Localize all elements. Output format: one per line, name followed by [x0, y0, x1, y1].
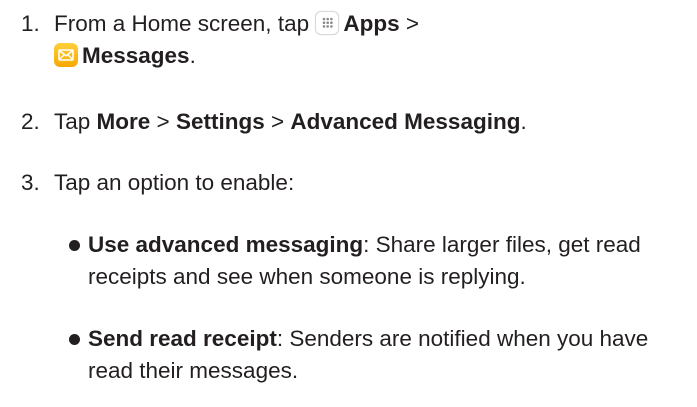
step-text: Tap: [54, 109, 97, 134]
separator: >: [399, 11, 419, 36]
option-title: Send read receipt: [88, 326, 277, 351]
option-text: Use advanced messaging: Share larger fil…: [88, 229, 687, 293]
messages-label: Messages: [82, 43, 190, 68]
step-1-text: From a Home screen, tap Apps > Messages.: [54, 8, 687, 72]
step-number: 1.: [21, 11, 40, 36]
step-3: 3. Tap an option to enable:: [21, 167, 687, 199]
step-2: 2. Tap More > Settings > Advanced Messag…: [21, 106, 687, 138]
instructions-page: 1. From a Home screen, tap Apps > Messag…: [0, 0, 697, 407]
step-text: From a Home screen, tap: [54, 11, 316, 36]
apps-grid-icon: [315, 11, 340, 35]
bullet-icon: [69, 334, 80, 345]
bullet-icon: [69, 240, 80, 251]
more-label: More: [96, 109, 151, 134]
step-1: 1. From a Home screen, tap Apps > Messag…: [21, 8, 687, 72]
step-number: 3.: [21, 170, 40, 195]
messages-envelope-icon: [54, 43, 78, 67]
period: .: [189, 43, 196, 68]
settings-label: Settings: [175, 109, 265, 134]
option-send-read-receipt: Send read receipt: Senders are notified …: [69, 323, 687, 387]
option-title: Use advanced messaging: [88, 232, 364, 257]
step-3-text: Tap an option to enable:: [54, 170, 295, 195]
option-text: Send read receipt: Senders are notified …: [88, 323, 687, 387]
step-2-text: Tap More > Settings > Advanced Messaging…: [54, 106, 687, 138]
advanced-messaging-label: Advanced Messaging: [290, 109, 521, 134]
option-use-advanced-messaging: Use advanced messaging: Share larger fil…: [69, 229, 687, 293]
separator: >: [264, 109, 291, 134]
apps-label: Apps: [343, 11, 400, 36]
period: .: [520, 109, 527, 134]
step-number: 2.: [21, 109, 40, 134]
separator: >: [150, 109, 176, 134]
